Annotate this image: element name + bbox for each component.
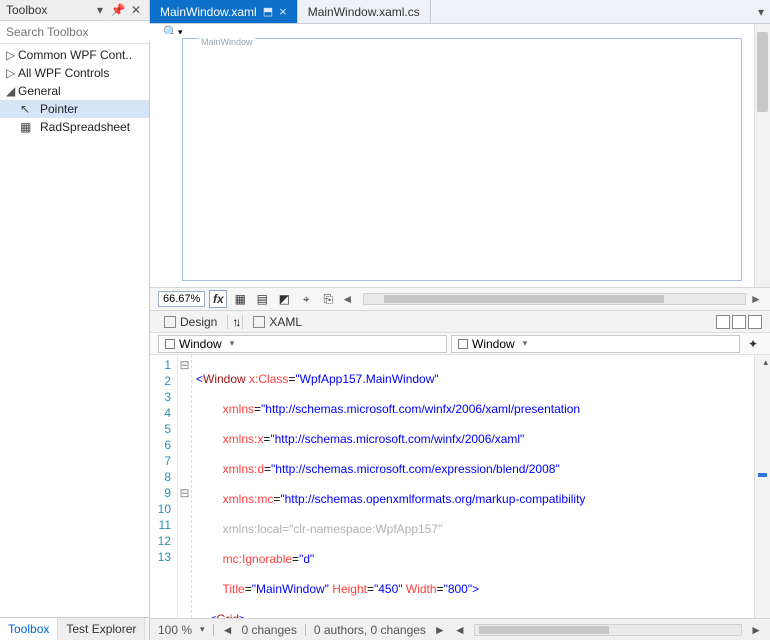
pointer-icon: ↖ xyxy=(20,102,36,116)
pin-icon[interactable]: 📌 xyxy=(111,3,125,17)
designer-vscroll[interactable] xyxy=(754,24,770,287)
code-vscroll[interactable]: ▴ xyxy=(754,355,770,618)
swap-panes-icon[interactable]: ↑↓ xyxy=(232,315,238,329)
scroll-left-icon[interactable]: ◄ xyxy=(341,292,353,306)
design-view-button[interactable]: Design xyxy=(158,314,223,330)
layout-2-icon[interactable] xyxy=(732,315,746,329)
target-icon[interactable]: ⌖ xyxy=(297,290,315,308)
toolbox-panel: Toolbox ▾ 📌 ✕ 🔍 ▾ ▷Common WPF Cont.. ▷Al… xyxy=(0,0,150,640)
code-icon[interactable]: ⎘ xyxy=(319,290,337,308)
code-text[interactable]: <Window x:Class="WpfApp157.MainWindow" x… xyxy=(192,355,754,618)
category-general[interactable]: ◢General xyxy=(0,82,149,100)
close-tab-icon[interactable]: × xyxy=(279,4,287,19)
designer-hscroll[interactable] xyxy=(363,293,746,305)
window-caption: MainWindow xyxy=(199,37,255,47)
status-bar: 100 % ▾ ◄ 0 changes 0 authors, 0 changes… xyxy=(150,618,770,640)
code-editor[interactable]: 12345678910111213 ⊟⊟ <Window x:Class="Wp… xyxy=(150,355,770,618)
layout-3-icon[interactable] xyxy=(748,315,762,329)
hscroll-left-icon[interactable]: ◄ xyxy=(454,623,466,637)
bottom-tabs: Toolbox Test Explorer xyxy=(0,617,149,640)
scroll-up-icon[interactable]: ▴ xyxy=(763,357,768,368)
dropdown-icon[interactable]: ▾ xyxy=(93,3,107,17)
designer-pane: MainWindow xyxy=(150,24,770,287)
design-surface[interactable]: MainWindow xyxy=(164,34,748,287)
window-icon xyxy=(165,339,175,349)
hscroll-right-icon[interactable]: ► xyxy=(750,623,762,637)
scroll-right-icon[interactable]: ► xyxy=(750,292,762,306)
authors-indicator[interactable]: 0 authors, 0 changes xyxy=(314,623,426,637)
toolbox-title: Toolbox xyxy=(6,3,93,17)
tool-pointer[interactable]: ↖Pointer xyxy=(0,100,149,118)
zoom-dropdown-icon[interactable]: ▾ xyxy=(200,624,205,635)
fx-button[interactable]: fx xyxy=(209,290,227,308)
close-icon[interactable]: ✕ xyxy=(129,3,143,17)
fold-gutter[interactable]: ⊟⊟ xyxy=(178,355,192,618)
designer-toolbar: 66.67% fx ▦ ▤ ◩ ⌖ ⎘ ◄ ► xyxy=(150,287,770,311)
tab-test-explorer[interactable]: Test Explorer xyxy=(58,618,145,640)
scroll-right-icon[interactable]: ► xyxy=(434,623,446,637)
tab-toolbox[interactable]: Toolbox xyxy=(0,618,58,640)
snap-icon[interactable]: ▤ xyxy=(253,290,271,308)
contrast-icon[interactable]: ◩ xyxy=(275,290,293,308)
toolbox-tree: ▷Common WPF Cont.. ▷All WPF Controls ◢Ge… xyxy=(0,44,149,617)
navigation-bar: Window Window ✦ xyxy=(150,333,770,355)
category-common-wpf[interactable]: ▷Common WPF Cont.. xyxy=(0,46,149,64)
search-input[interactable] xyxy=(4,23,163,41)
doc-tabs-menu-icon[interactable]: ▾ xyxy=(752,0,770,23)
scroll-left-icon[interactable]: ◄ xyxy=(222,623,234,637)
tool-radspreadsheet[interactable]: ▦RadSpreadsheet xyxy=(0,118,149,136)
doc-tab-cs[interactable]: MainWindow.xaml.cs xyxy=(298,0,431,23)
status-zoom[interactable]: 100 % xyxy=(158,623,192,637)
xaml-view-button[interactable]: XAML xyxy=(247,314,308,330)
scope-combo-2[interactable]: Window xyxy=(451,335,740,353)
category-all-wpf[interactable]: ▷All WPF Controls xyxy=(0,64,149,82)
editor-area: MainWindow.xaml ⬒ × MainWindow.xaml.cs ▾… xyxy=(150,0,770,640)
xaml-icon xyxy=(253,316,265,328)
grid-icon: ▦ xyxy=(20,120,36,134)
zoom-combo[interactable]: 66.67% xyxy=(158,291,205,307)
layout-1-icon[interactable] xyxy=(716,315,730,329)
pin-icon[interactable]: ⬒ xyxy=(263,5,273,18)
grid-icon[interactable]: ▦ xyxy=(231,290,249,308)
toolbox-header: Toolbox ▾ 📌 ✕ xyxy=(0,0,149,21)
pane-switch: Design ↑↓ XAML xyxy=(150,311,770,333)
scope-combo-1[interactable]: Window xyxy=(158,335,447,353)
design-icon xyxy=(164,316,176,328)
status-hscroll[interactable] xyxy=(474,624,742,636)
window-icon xyxy=(458,339,468,349)
doc-tab-xaml[interactable]: MainWindow.xaml ⬒ × xyxy=(150,0,298,23)
toolbox-search: 🔍 ▾ xyxy=(0,21,149,44)
line-numbers: 12345678910111213 xyxy=(150,355,178,618)
document-tabs: MainWindow.xaml ⬒ × MainWindow.xaml.cs ▾ xyxy=(150,0,770,24)
design-canvas[interactable]: MainWindow xyxy=(182,38,742,281)
split-icon[interactable]: ✦ xyxy=(744,335,762,353)
changes-indicator[interactable]: 0 changes xyxy=(241,623,296,637)
